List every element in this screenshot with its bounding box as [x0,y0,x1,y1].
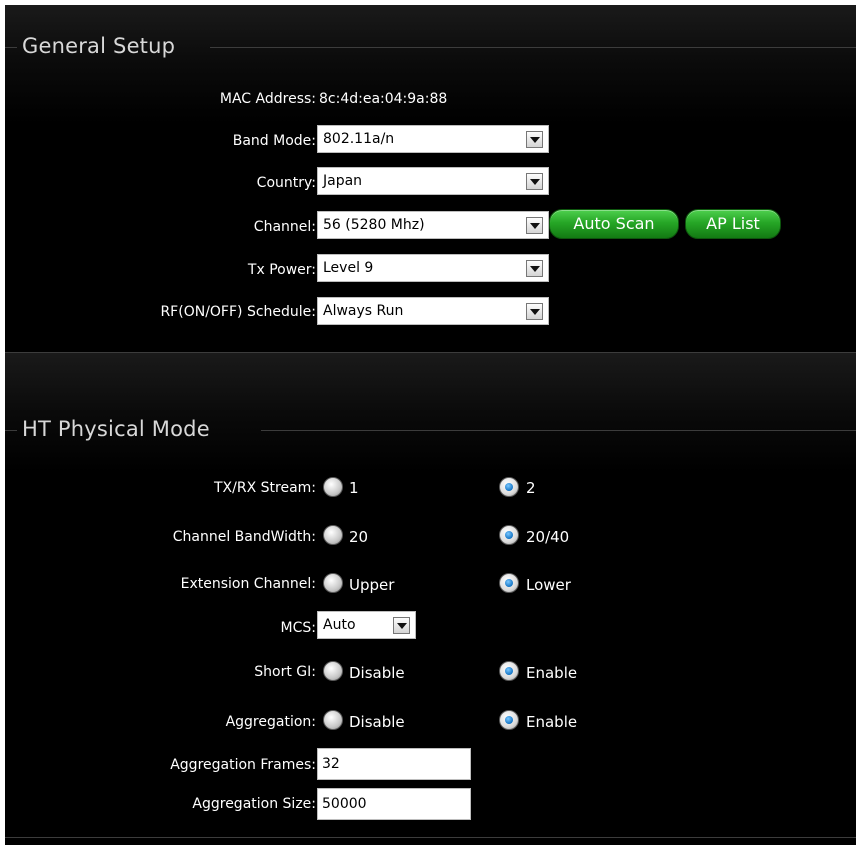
mcs-select[interactable]: Auto [317,611,416,639]
aggregation-disable-radio[interactable] [323,710,343,730]
country-label: Country: [256,175,316,191]
aggregation-size-input[interactable]: 50000 [317,788,471,820]
chevron-down-icon[interactable] [526,131,543,148]
short-gi-disable-label: Disable [349,664,405,682]
section-title: HT Physical Mode [22,417,210,441]
short-gi-enable-label: Enable [526,664,578,682]
short-gi-enable-radio[interactable] [499,661,519,681]
band-mode-value: 802.11a/n [323,131,395,147]
section-divider [261,430,856,431]
aggregation-size-label: Aggregation Size: [192,796,316,812]
aggregation-enable-label: Enable [526,713,578,731]
chevron-down-icon[interactable] [526,260,543,277]
rf-schedule-value: Always Run [323,303,404,319]
stream-1-label: 1 [349,479,359,497]
channel-label: Channel: [253,219,316,235]
section-divider [5,47,17,48]
mcs-label: MCS: [280,620,316,636]
channel-value: 56 (5280 Mhz) [323,217,425,233]
stream-1-radio[interactable] [323,477,343,497]
aggregation-enable-radio[interactable] [499,710,519,730]
aggregation-frames-label: Aggregation Frames: [170,757,316,773]
section-divider [5,837,856,838]
band-mode-select[interactable]: 802.11a/n [317,125,549,153]
short-gi-disable-radio[interactable] [323,661,343,681]
channel-select[interactable]: 56 (5280 Mhz) [317,211,549,239]
tx-power-label: Tx Power: [247,262,316,278]
ht-physical-mode-section: HT Physical Mode TX/RX Stream: 1 2 Chann… [5,353,856,845]
section-title: General Setup [22,34,176,58]
bandwidth-20-40-label: 20/40 [526,528,570,546]
stream-2-label: 2 [526,479,536,497]
band-mode-label: Band Mode: [232,133,316,149]
aggregation-frames-input[interactable]: 32 [317,748,471,780]
stream-2-radio[interactable] [499,477,519,497]
extension-lower-radio[interactable] [499,573,519,593]
extension-channel-label: Extension Channel: [180,576,316,592]
channel-bandwidth-label: Channel BandWidth: [172,529,316,545]
rf-schedule-select[interactable]: Always Run [317,297,549,325]
section-divider [5,430,17,431]
aggregation-disable-label: Disable [349,713,405,731]
chevron-down-icon[interactable] [526,303,543,320]
extension-lower-label: Lower [526,576,571,594]
aggregation-label: Aggregation: [225,714,316,730]
rf-schedule-label: RF(ON/OFF) Schedule: [160,304,316,320]
bandwidth-20-40-radio[interactable] [499,525,519,545]
auto-scan-button[interactable]: Auto Scan [549,209,679,239]
mcs-value: Auto [323,617,356,633]
chevron-down-icon[interactable] [526,173,543,190]
tx-rx-stream-label: TX/RX Stream: [214,480,316,496]
ap-list-button[interactable]: AP List [685,209,781,239]
country-select[interactable]: Japan [317,167,549,195]
tx-power-select[interactable]: Level 9 [317,254,549,282]
country-value: Japan [323,173,363,189]
extension-upper-label: Upper [349,576,395,594]
mac-address-value: 8c:4d:ea:04:9a:88 [319,91,448,107]
short-gi-label: Short GI: [254,664,316,680]
section-divider [210,47,856,48]
chevron-down-icon[interactable] [393,617,410,634]
extension-upper-radio[interactable] [323,573,343,593]
chevron-down-icon[interactable] [526,217,543,234]
bandwidth-20-radio[interactable] [323,525,343,545]
settings-panel: General Setup MAC Address: 8c:4d:ea:04:9… [5,5,856,845]
general-setup-section: General Setup MAC Address: 8c:4d:ea:04:9… [5,5,856,353]
mac-address-label: MAC Address: [219,91,316,107]
tx-power-value: Level 9 [323,260,374,276]
bandwidth-20-label: 20 [349,528,369,546]
